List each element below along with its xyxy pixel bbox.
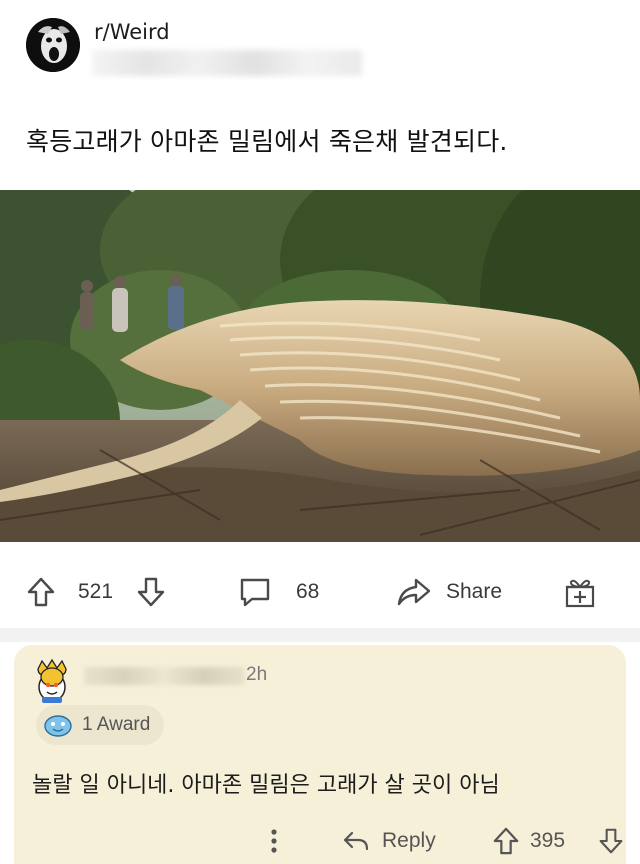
comment-username-redacted <box>84 667 244 685</box>
comment-body: 놀랄 일 아니네. 아마존 밀림은 고래가 살 곳이 아님 <box>32 773 500 798</box>
comment-score: 395 <box>530 829 566 852</box>
comment-downvote-button[interactable] <box>598 821 624 861</box>
comment-more-button[interactable] <box>268 821 280 861</box>
comment-upvote-button[interactable]: 395 <box>492 821 565 861</box>
award-label: 1 Award <box>82 714 151 735</box>
reply-icon[interactable] <box>342 829 370 853</box>
comment: 2h 1 Award 놀랄 일 아니네. 아마존 밀림은 고래가 살 곳이 아님 <box>14 645 626 864</box>
award-icon <box>42 711 74 739</box>
post-title[interactable]: 혹등고래가 아마존 밀림에서 죽은채 발견되다. <box>26 122 626 158</box>
upvote-icon[interactable] <box>26 576 56 608</box>
share-icon[interactable] <box>396 576 432 608</box>
comment-avatar[interactable] <box>28 657 76 705</box>
gift-icon[interactable] <box>564 575 596 609</box>
post-action-bar: 521 68 Share <box>0 556 640 628</box>
downvote-icon[interactable] <box>598 826 624 856</box>
award-badge[interactable]: 1 Award <box>36 705 165 745</box>
comment-time: 2h <box>246 664 268 685</box>
section-separator <box>0 628 640 642</box>
comment-count: 68 <box>296 580 320 603</box>
share-button[interactable]: Share <box>396 556 502 628</box>
comment-icon[interactable] <box>238 575 272 609</box>
upvote-button[interactable] <box>26 556 56 628</box>
post-meta-redacted <box>92 50 362 76</box>
more-icon[interactable] <box>268 827 280 855</box>
post-header: r/Weird <box>0 0 640 100</box>
upvote-count: 521 <box>78 580 114 603</box>
comment-button[interactable] <box>238 556 272 628</box>
reply-label[interactable]: Reply <box>382 829 436 853</box>
downvote-icon[interactable] <box>136 576 166 608</box>
downvote-button[interactable] <box>136 556 166 628</box>
award-button[interactable] <box>564 556 596 628</box>
post-image[interactable] <box>0 190 640 542</box>
reply-button[interactable]: Reply <box>342 821 436 861</box>
comment-action-bar: Reply 395 <box>14 821 626 861</box>
upvote-icon[interactable] <box>492 826 520 856</box>
subreddit-name[interactable]: r/Weird <box>94 20 170 44</box>
share-label[interactable]: Share <box>446 580 502 604</box>
subreddit-avatar[interactable] <box>26 18 80 72</box>
